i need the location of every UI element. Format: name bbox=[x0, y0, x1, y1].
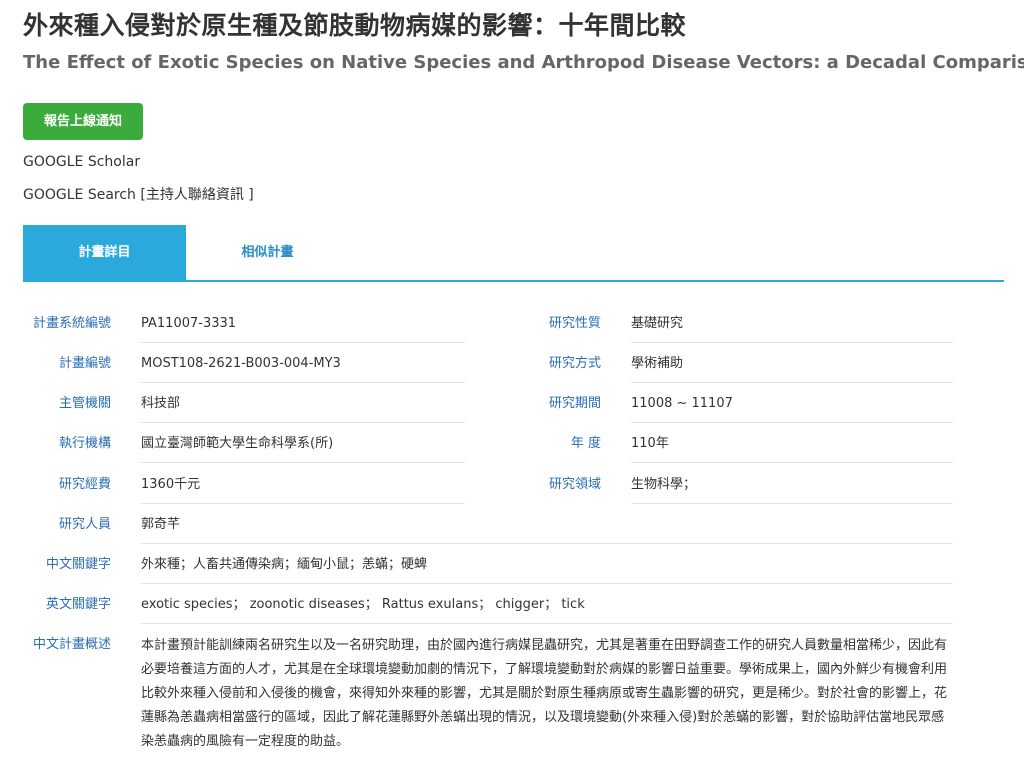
google-scholar-row: GOOGLE Scholar bbox=[23, 154, 140, 170]
keywords-zh-label: 中文關鍵字 bbox=[45, 557, 111, 572]
page-title-en: The Effect of Exotic Species on Native S… bbox=[23, 52, 1024, 73]
report-notify-button[interactable]: 報告上線通知 bbox=[23, 103, 143, 140]
researcher-value: 郭奇芊 bbox=[141, 506, 953, 544]
summary-text: 本計畫預計能訓練兩名研究生以及一名研究助理，由於國內進行病媒昆蟲研究，尤其是著重… bbox=[141, 638, 948, 749]
summary-label: 中文計畫概述 bbox=[32, 637, 111, 652]
executor-label: 執行機構 bbox=[58, 436, 111, 451]
tab-project-details[interactable]: 計畫詳目 bbox=[23, 225, 186, 280]
nature-label: 研究性質 bbox=[548, 316, 601, 331]
period-value: 11008 ~ 11107 bbox=[631, 385, 953, 423]
method-label: 研究方式 bbox=[548, 356, 601, 371]
plan-no-label: 計畫編號 bbox=[58, 356, 111, 371]
pi-contact-link[interactable]: [主持人聯絡資訊 ] bbox=[140, 187, 253, 203]
keywords-en-label: 英文關鍵字 bbox=[45, 597, 111, 612]
field-value: 生物科學； bbox=[631, 466, 953, 504]
keywords-zh-value: 外來種；人畜共通傳染病；緬甸小鼠；恙蟎；硬蜱 bbox=[141, 546, 953, 584]
agency-label: 主管機關 bbox=[58, 396, 111, 411]
google-scholar-link[interactable]: GOOGLE Scholar bbox=[23, 154, 140, 170]
system-no-label: 計畫系統編號 bbox=[32, 316, 111, 331]
agency-value: 科技部 bbox=[141, 385, 465, 423]
keywords-en-value: exotic species； zoonotic diseases； Rattu… bbox=[141, 586, 953, 624]
budget-value: 1360千元 bbox=[141, 466, 465, 504]
year-label: 年 度 bbox=[570, 436, 601, 451]
tab-similar-projects[interactable]: 相似計畫 bbox=[186, 225, 349, 280]
plan-no-value: MOST108-2621-B003-004-MY3 bbox=[141, 345, 465, 383]
field-label: 研究領域 bbox=[548, 477, 601, 492]
executor-value: 國立臺灣師範大學生命科學系(所) bbox=[141, 425, 465, 463]
period-label: 研究期間 bbox=[548, 396, 601, 411]
budget-label: 研究經費 bbox=[58, 477, 111, 492]
system-no-value: PA11007-3331 bbox=[141, 305, 465, 343]
google-search-row: GOOGLE Search [主持人聯絡資訊 ] bbox=[23, 184, 254, 204]
nature-value: 基礎研究 bbox=[631, 305, 953, 343]
google-search-link[interactable]: GOOGLE Search bbox=[23, 187, 136, 203]
researcher-label: 研究人員 bbox=[58, 517, 111, 532]
year-value: 110年 bbox=[631, 425, 953, 463]
tab-bar: 計畫詳目 相似計畫 bbox=[23, 225, 1004, 282]
method-value: 學術補助 bbox=[631, 345, 953, 383]
page-title-zh: 外來種入侵對於原生種及節肢動物病媒的影響：十年間比較 bbox=[23, 11, 687, 40]
